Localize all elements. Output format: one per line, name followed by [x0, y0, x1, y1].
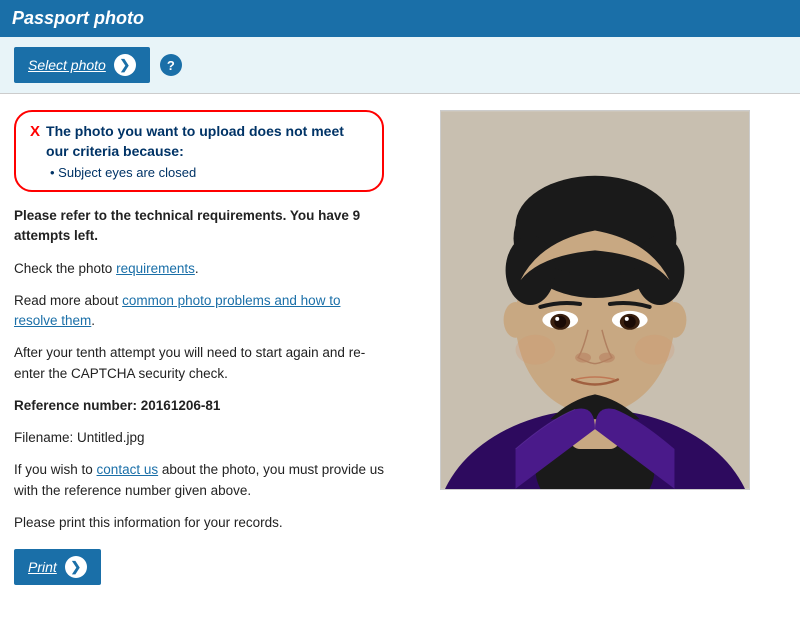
reference-number: Reference number: 20161206-81	[14, 396, 384, 416]
contact-prefix: If you wish to	[14, 462, 97, 477]
select-photo-arrow-icon: ❯	[114, 54, 136, 76]
print-arrow-icon: ❯	[65, 556, 87, 578]
error-x-icon: X	[30, 123, 40, 140]
passport-photo-container	[440, 110, 750, 490]
error-header: X The photo you want to upload does not …	[30, 122, 368, 161]
main-content: X The photo you want to upload does not …	[0, 94, 800, 601]
select-photo-button[interactable]: Select photo ❯	[14, 47, 150, 83]
left-panel: X The photo you want to upload does not …	[14, 110, 384, 585]
error-main-text: The photo you want to upload does not me…	[46, 122, 368, 161]
requirements-paragraph: Check the photo requirements.	[14, 259, 384, 279]
print-label: Print	[28, 559, 57, 575]
error-box: X The photo you want to upload does not …	[14, 110, 384, 192]
page-header: Passport photo	[0, 0, 800, 37]
right-panel	[404, 110, 786, 585]
passport-photo-image	[441, 111, 749, 489]
toolbar: Select photo ❯ ?	[0, 37, 800, 94]
error-sub-item: Subject eyes are closed	[50, 165, 368, 180]
filename: Filename: Untitled.jpg	[14, 428, 384, 448]
contact-link[interactable]: contact us	[97, 462, 159, 477]
info-section: Please refer to the technical requiremen…	[14, 206, 384, 585]
print-button[interactable]: Print ❯	[14, 549, 101, 585]
help-icon[interactable]: ?	[160, 54, 182, 76]
requirements-link[interactable]: requirements	[116, 261, 195, 276]
common-problems-paragraph: Read more about common photo problems an…	[14, 291, 384, 332]
tenth-attempt-text: After your tenth attempt you will need t…	[14, 343, 384, 384]
attempts-text: Please refer to the technical requiremen…	[14, 206, 384, 247]
check-suffix: .	[195, 261, 199, 276]
contact-paragraph: If you wish to contact us about the phot…	[14, 460, 384, 501]
print-info-text: Please print this information for your r…	[14, 513, 384, 533]
page-title: Passport photo	[12, 8, 144, 28]
read-more-suffix: .	[91, 313, 95, 328]
read-more-prefix: Read more about	[14, 293, 122, 308]
check-prefix: Check the photo	[14, 261, 116, 276]
select-photo-label: Select photo	[28, 57, 106, 73]
